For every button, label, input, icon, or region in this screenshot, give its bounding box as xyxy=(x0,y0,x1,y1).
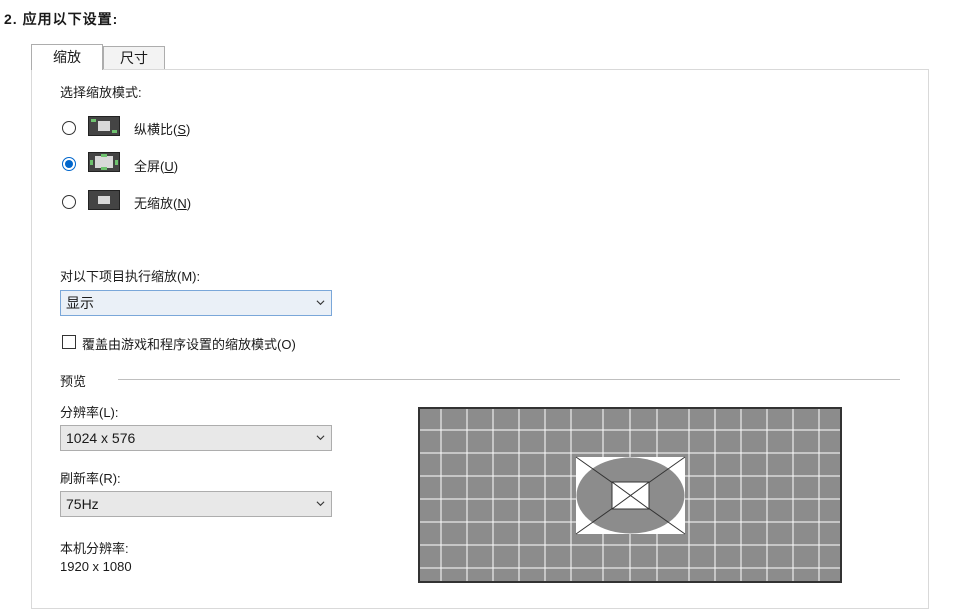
resolution-value: 1024 x 576 xyxy=(66,430,136,446)
tab-size[interactable]: 尺寸 xyxy=(103,46,165,70)
refresh-label: 刷新率(R): xyxy=(60,471,121,486)
step-title: 2. 应用以下设置: xyxy=(4,11,119,27)
option-no-scaling-text: 无缩放( xyxy=(134,196,178,211)
option-no-scaling-label: 无缩放(N) xyxy=(134,193,191,212)
native-resolution-label: 本机分辨率: xyxy=(60,541,129,556)
perform-on-value: 显示 xyxy=(66,295,94,311)
option-aspect-ratio-end: ) xyxy=(186,122,191,137)
full-screen-icon xyxy=(88,152,120,172)
resolution-select[interactable]: 1024 x 576 xyxy=(60,425,332,451)
option-full-screen-label: 全屏(U) xyxy=(134,156,178,175)
option-aspect-ratio-label: 纵横比(S) xyxy=(134,119,190,138)
option-no-scaling-hotkey: N xyxy=(177,196,187,211)
refresh-select[interactable]: 75Hz xyxy=(60,491,332,517)
option-no-scaling-end: ) xyxy=(186,196,192,211)
scale-mode-heading: 选择缩放模式: xyxy=(60,85,142,100)
option-full-screen-text: 全屏( xyxy=(134,159,165,174)
chevron-down-icon xyxy=(316,435,325,441)
center-target xyxy=(575,456,686,535)
no-scaling-icon xyxy=(88,190,120,210)
option-full-screen-hotkey: U xyxy=(164,159,174,174)
resolution-label: 分辨率(L): xyxy=(60,405,119,420)
native-resolution-value: 1920 x 1080 xyxy=(60,559,132,574)
chevron-down-icon xyxy=(316,501,325,507)
preview-divider xyxy=(118,379,900,380)
option-full-screen-end: ) xyxy=(173,159,179,174)
override-checkbox[interactable] xyxy=(62,335,76,349)
override-label: 覆盖由游戏和程序设置的缩放模式(O) xyxy=(82,337,296,352)
preview-section-label: 预览 xyxy=(60,374,87,389)
option-aspect-ratio-text: 纵横比( xyxy=(134,122,178,137)
radio-full-screen[interactable] xyxy=(62,157,76,171)
refresh-value: 75Hz xyxy=(66,496,99,512)
radio-aspect-ratio[interactable] xyxy=(62,121,76,135)
perform-on-label: 对以下项目执行缩放(M): xyxy=(60,269,201,284)
aspect-ratio-icon xyxy=(88,116,120,136)
perform-on-select[interactable]: 显示 xyxy=(60,290,332,316)
tab-scale[interactable]: 缩放 xyxy=(31,44,103,70)
test-pattern-graphic xyxy=(420,409,840,581)
radio-no-scaling[interactable] xyxy=(62,195,76,209)
chevron-down-icon xyxy=(316,300,325,306)
option-aspect-ratio-hotkey: S xyxy=(177,122,187,137)
preview-pattern xyxy=(418,407,842,583)
